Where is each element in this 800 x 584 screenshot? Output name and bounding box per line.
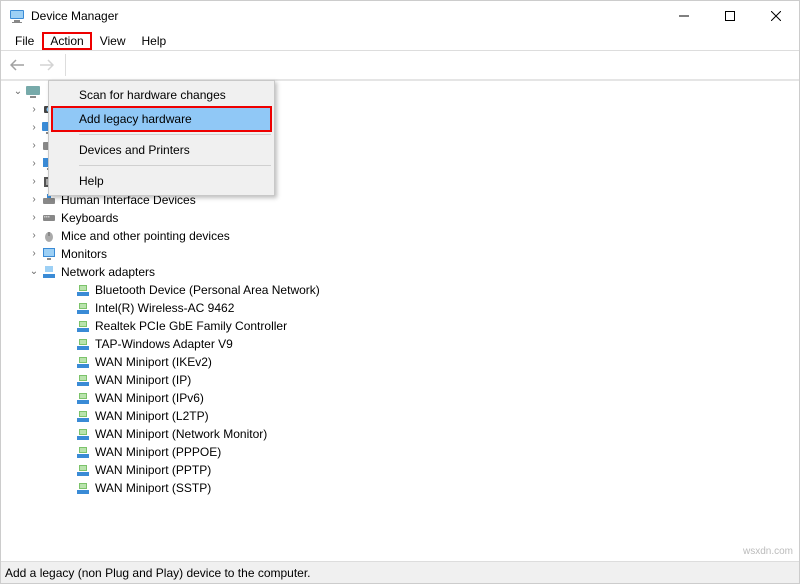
window-controls bbox=[661, 1, 799, 31]
toolbar-separator bbox=[65, 54, 66, 76]
category-label: Mice and other pointing devices bbox=[61, 227, 230, 245]
menu-item-help[interactable]: Help bbox=[51, 169, 272, 193]
device-category-icon bbox=[41, 246, 57, 262]
expander-icon[interactable]: › bbox=[27, 211, 41, 225]
status-bar: Add a legacy (non Plug and Play) device … bbox=[1, 561, 799, 583]
menu-item-label: Devices and Printers bbox=[79, 143, 190, 157]
tree-device[interactable]: ›WAN Miniport (PPPOE) bbox=[61, 443, 799, 461]
tree-device[interactable]: ›WAN Miniport (SSTP) bbox=[61, 479, 799, 497]
device-category-icon bbox=[41, 228, 57, 244]
device-label: WAN Miniport (L2TP) bbox=[95, 407, 209, 425]
menu-item-add-legacy[interactable]: Add legacy hardware bbox=[51, 106, 272, 132]
expander-icon[interactable]: › bbox=[27, 229, 41, 243]
network-adapter-icon bbox=[75, 462, 91, 478]
status-text: Add a legacy (non Plug and Play) device … bbox=[5, 566, 311, 580]
network-adapter-icon bbox=[75, 336, 91, 352]
expander-icon[interactable]: › bbox=[27, 175, 41, 189]
menu-item-scan[interactable]: Scan for hardware changes bbox=[51, 83, 272, 107]
expander-icon[interactable]: › bbox=[27, 103, 41, 117]
tree-device[interactable]: ›TAP-Windows Adapter V9 bbox=[61, 335, 799, 353]
back-button[interactable] bbox=[7, 54, 29, 76]
network-adapter-icon bbox=[75, 480, 91, 496]
close-button[interactable] bbox=[753, 1, 799, 31]
device-label: WAN Miniport (PPTP) bbox=[95, 461, 211, 479]
device-label: WAN Miniport (Network Monitor) bbox=[95, 425, 267, 443]
category-label: Network adapters bbox=[61, 263, 155, 281]
menu-divider bbox=[79, 165, 271, 166]
menu-item-devices-printers[interactable]: Devices and Printers bbox=[51, 138, 272, 162]
tree-device[interactable]: ›Realtek PCIe GbE Family Controller bbox=[61, 317, 799, 335]
network-adapter-icon bbox=[75, 426, 91, 442]
expander-icon[interactable]: › bbox=[27, 121, 41, 135]
category-label: Monitors bbox=[61, 245, 107, 263]
watermark: wsxdn.com bbox=[743, 546, 793, 557]
network-adapter-icon bbox=[75, 282, 91, 298]
title-bar: Device Manager bbox=[1, 1, 799, 31]
network-adapter-icon bbox=[75, 372, 91, 388]
device-label: TAP-Windows Adapter V9 bbox=[95, 335, 233, 353]
tree-device[interactable]: ›WAN Miniport (IP) bbox=[61, 371, 799, 389]
network-adapter-icon bbox=[75, 318, 91, 334]
category-network-adapters[interactable]: ⌄ Network adapters bbox=[27, 263, 799, 281]
computer-icon bbox=[25, 84, 41, 100]
menu-item-label: Help bbox=[79, 174, 104, 188]
menu-action[interactable]: Action bbox=[42, 32, 91, 50]
device-label: Intel(R) Wireless-AC 9462 bbox=[95, 299, 234, 317]
action-menu-dropdown: Scan for hardware changes Add legacy har… bbox=[48, 80, 275, 196]
app-icon bbox=[9, 8, 25, 24]
tree-device[interactable]: ›Bluetooth Device (Personal Area Network… bbox=[61, 281, 799, 299]
forward-button[interactable] bbox=[35, 54, 57, 76]
category-label: Keyboards bbox=[61, 209, 118, 227]
menu-view[interactable]: View bbox=[92, 33, 134, 49]
network-adapter-icon bbox=[75, 354, 91, 370]
device-category-icon bbox=[41, 210, 57, 226]
menu-item-label: Add legacy hardware bbox=[79, 112, 192, 126]
device-label: WAN Miniport (IKEv2) bbox=[95, 353, 212, 371]
expander-icon[interactable]: ⌄ bbox=[11, 85, 25, 99]
tree-device[interactable]: ›WAN Miniport (L2TP) bbox=[61, 407, 799, 425]
window-title: Device Manager bbox=[31, 9, 661, 23]
menu-item-label: Scan for hardware changes bbox=[79, 88, 226, 102]
device-label: Realtek PCIe GbE Family Controller bbox=[95, 317, 287, 335]
tree-device[interactable]: ›WAN Miniport (Network Monitor) bbox=[61, 425, 799, 443]
tree-category[interactable]: › Monitors bbox=[27, 245, 799, 263]
tree-device[interactable]: ›WAN Miniport (PPTP) bbox=[61, 461, 799, 479]
toolbar bbox=[1, 51, 799, 80]
network-adapter-icon bbox=[75, 300, 91, 316]
expander-icon[interactable]: › bbox=[27, 193, 41, 207]
network-adapter-icon bbox=[75, 444, 91, 460]
expander-icon[interactable]: › bbox=[27, 139, 41, 153]
menu-help[interactable]: Help bbox=[134, 33, 175, 49]
maximize-button[interactable] bbox=[707, 1, 753, 31]
device-label: WAN Miniport (IP) bbox=[95, 371, 191, 389]
tree-device[interactable]: ›WAN Miniport (IPv6) bbox=[61, 389, 799, 407]
tree-device[interactable]: ›WAN Miniport (IKEv2) bbox=[61, 353, 799, 371]
tree-category[interactable]: › Mice and other pointing devices bbox=[27, 227, 799, 245]
device-label: WAN Miniport (IPv6) bbox=[95, 389, 204, 407]
device-label: Bluetooth Device (Personal Area Network) bbox=[95, 281, 320, 299]
network-icon bbox=[41, 264, 57, 280]
minimize-button[interactable] bbox=[661, 1, 707, 31]
expander-icon[interactable]: › bbox=[27, 157, 41, 171]
network-adapter-icon bbox=[75, 408, 91, 424]
menu-file[interactable]: File bbox=[7, 33, 42, 49]
expander-icon[interactable]: › bbox=[27, 247, 41, 261]
tree-device[interactable]: ›Intel(R) Wireless-AC 9462 bbox=[61, 299, 799, 317]
menu-bar: File Action View Help bbox=[1, 31, 799, 51]
network-adapter-icon bbox=[75, 390, 91, 406]
device-label: WAN Miniport (SSTP) bbox=[95, 479, 211, 497]
menu-divider bbox=[79, 134, 271, 135]
tree-category[interactable]: › Keyboards bbox=[27, 209, 799, 227]
device-label: WAN Miniport (PPPOE) bbox=[95, 443, 221, 461]
expander-icon[interactable]: ⌄ bbox=[27, 265, 41, 279]
